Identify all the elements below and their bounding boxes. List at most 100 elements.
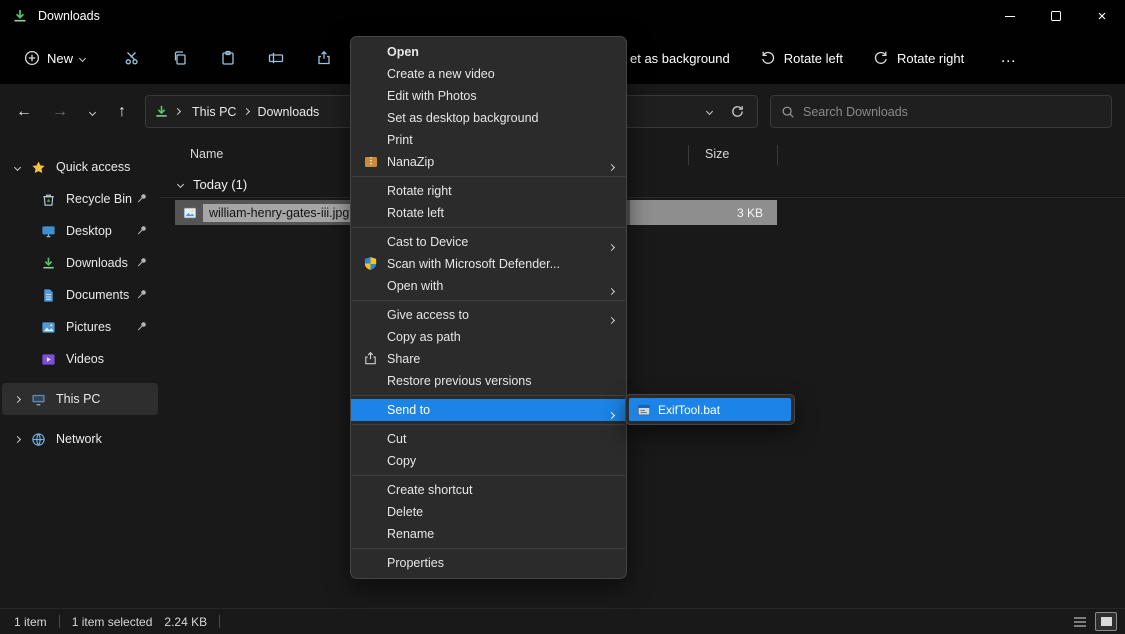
sidebar-item-downloads[interactable]: Downloads	[2, 247, 158, 279]
copy-button[interactable]	[156, 42, 204, 74]
maximize-button[interactable]	[1033, 0, 1079, 32]
status-divider	[59, 615, 60, 628]
menu-item-cast-to-device[interactable]: Cast to Device	[351, 231, 626, 253]
group-header-today[interactable]: Today (1)	[160, 172, 1125, 198]
sidebar-item-label: Downloads	[66, 256, 128, 270]
refresh-button[interactable]	[730, 104, 745, 119]
menu-item-copy[interactable]: Copy	[351, 450, 626, 472]
cut-button[interactable]	[108, 42, 156, 74]
recent-locations-button[interactable]	[80, 96, 104, 128]
defender-shield-icon	[363, 256, 379, 272]
menu-item-rename[interactable]: Rename	[351, 523, 626, 545]
menu-item-open[interactable]: Open	[351, 41, 626, 63]
menu-item-delete[interactable]: Delete	[351, 501, 626, 523]
menu-item-set-as-desktop-background[interactable]: Set as desktop background	[351, 107, 626, 129]
status-divider	[219, 615, 220, 628]
selection-size: 2.24 KB	[164, 615, 207, 629]
menu-item-rotate-left[interactable]: Rotate left	[351, 202, 626, 224]
column-divider[interactable]	[688, 145, 689, 165]
recycle-bin-icon	[38, 192, 58, 207]
chevron-down-icon[interactable]	[6, 165, 28, 170]
menu-item-label: Copy	[387, 454, 416, 468]
sidebar-item-label: Documents	[66, 288, 129, 302]
menu-item-cut[interactable]: Cut	[351, 428, 626, 450]
menu-item-rotate-right[interactable]: Rotate right	[351, 180, 626, 202]
menu-item-give-access-to[interactable]: Give access to	[351, 304, 626, 326]
sidebar-item-label: Videos	[66, 352, 104, 366]
set-as-background-button[interactable]: et as background	[630, 51, 730, 66]
breadcrumb-downloads[interactable]: Downloads	[251, 105, 325, 119]
see-more-button[interactable]: …	[994, 49, 1024, 67]
menu-item-restore-previous-versions[interactable]: Restore previous versions	[351, 370, 626, 392]
submenu-item-exiftool[interactable]: ExifTool.bat	[629, 398, 791, 421]
sidebar-item-documents[interactable]: Documents	[2, 279, 158, 311]
sidebar-item-desktop[interactable]: Desktop	[2, 215, 158, 247]
sidebar-item-label: Pictures	[66, 320, 111, 334]
column-size[interactable]: Size	[705, 147, 729, 161]
minimize-button[interactable]	[987, 0, 1033, 32]
menu-item-create-shortcut[interactable]: Create shortcut	[351, 479, 626, 501]
breadcrumb-chevron-icon	[174, 108, 181, 115]
context-menu: Open Create a new video Edit with Photos…	[350, 36, 627, 579]
sidebar-item-label: This PC	[56, 392, 100, 406]
star-icon	[28, 160, 48, 175]
menu-item-create-a-new-video[interactable]: Create a new video	[351, 63, 626, 85]
up-button[interactable]: ↑	[106, 96, 138, 128]
menu-item-label: Share	[387, 352, 420, 366]
pin-icon	[136, 288, 148, 300]
menu-item-label: Cut	[387, 432, 406, 446]
share-button[interactable]	[300, 42, 348, 74]
menu-item-label: NanaZip	[387, 155, 434, 169]
status-bar: 1 item 1 item selected 2.24 KB	[0, 608, 1125, 634]
sidebar-item-this-pc[interactable]: This PC	[2, 383, 158, 415]
menu-item-copy-as-path[interactable]: Copy as path	[351, 326, 626, 348]
downloads-icon	[38, 256, 58, 271]
menu-item-properties[interactable]: Properties	[351, 552, 626, 574]
sidebar-item-recycle-bin[interactable]: Recycle Bin	[2, 183, 158, 215]
menu-item-label: Create shortcut	[387, 483, 472, 497]
breadcrumb-this-pc[interactable]: This PC	[186, 105, 242, 119]
forward-button[interactable]: →	[44, 96, 76, 128]
sidebar-item-network[interactable]: Network	[2, 423, 158, 455]
submenu-item-label: ExifTool.bat	[658, 403, 720, 417]
sidebar-item-videos[interactable]: Videos	[2, 343, 158, 375]
minimize-icon	[1005, 16, 1015, 17]
share-icon	[316, 50, 332, 66]
details-view-button[interactable]	[1069, 612, 1091, 631]
documents-icon	[38, 288, 58, 303]
large-icons-view-button[interactable]	[1095, 612, 1117, 631]
search-box[interactable]	[770, 95, 1112, 128]
menu-item-nanazip[interactable]: NanaZip	[351, 151, 626, 173]
paste-button[interactable]	[204, 42, 252, 74]
chevron-right-icon[interactable]	[6, 397, 28, 402]
pin-icon	[136, 192, 148, 204]
sidebar-item-pictures[interactable]: Pictures	[2, 311, 158, 343]
rotate-right-button[interactable]: Rotate right	[873, 50, 964, 66]
column-name[interactable]: Name	[190, 147, 223, 161]
menu-item-open-with[interactable]: Open with	[351, 275, 626, 297]
menu-item-label: Send to	[387, 403, 430, 417]
menu-item-scan-with-defender[interactable]: Scan with Microsoft Defender...	[351, 253, 626, 275]
menu-item-label: Rotate right	[387, 184, 452, 198]
menu-item-share[interactable]: Share	[351, 348, 626, 370]
menu-item-label: Delete	[387, 505, 423, 519]
menu-item-print[interactable]: Print	[351, 129, 626, 151]
sidebar-item-quick-access[interactable]: Quick access	[2, 151, 158, 183]
column-headers: Name Size	[160, 142, 1125, 168]
network-icon	[28, 432, 48, 447]
column-divider[interactable]	[777, 145, 778, 165]
new-button[interactable]: New	[14, 42, 95, 74]
rotate-left-button[interactable]: Rotate left	[760, 50, 843, 66]
share-icon	[363, 351, 379, 367]
menu-item-label: Scan with Microsoft Defender...	[387, 257, 560, 271]
address-dropdown-icon[interactable]	[706, 108, 713, 115]
rename-button[interactable]	[252, 42, 300, 74]
menu-item-send-to[interactable]: Send to	[351, 399, 626, 421]
chevron-right-icon[interactable]	[6, 437, 28, 442]
plus-circle-icon	[24, 50, 40, 66]
back-button[interactable]: ←	[8, 96, 40, 128]
menu-item-edit-with-photos[interactable]: Edit with Photos	[351, 85, 626, 107]
close-button[interactable]: ×	[1079, 0, 1125, 32]
downloads-location-icon	[154, 104, 169, 119]
search-input[interactable]	[803, 105, 1101, 119]
